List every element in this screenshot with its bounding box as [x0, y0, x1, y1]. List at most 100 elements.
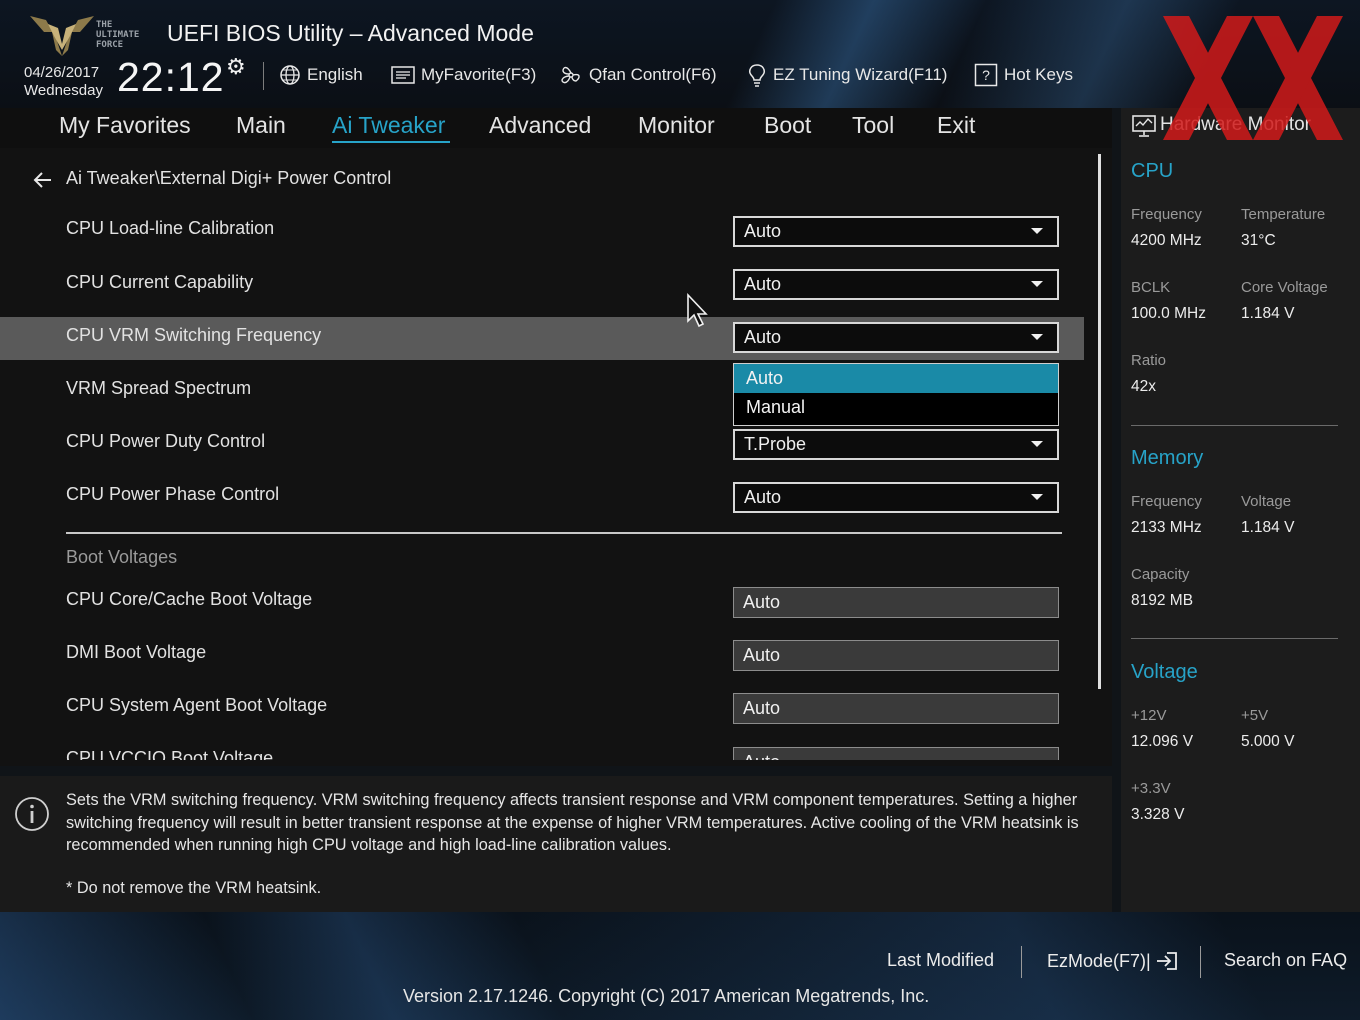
header-divider — [263, 62, 264, 90]
tab-main[interactable]: Main — [236, 112, 286, 139]
ez-tuning-label: EZ Tuning Wizard(F11) — [773, 65, 948, 84]
active-tab-underline — [332, 141, 450, 143]
ezmode-label: EzMode(F7)| — [1047, 950, 1151, 971]
hw-mem-frequency-label: Frequency — [1131, 493, 1202, 510]
version-text: Version 2.17.1246. Copyright (C) 2017 Am… — [403, 986, 930, 1006]
cpu-llc-dropdown[interactable]: Auto — [733, 216, 1059, 247]
language-button[interactable]: English — [279, 62, 363, 88]
chevron-down-icon — [1031, 441, 1043, 447]
tab-boot[interactable]: Boot — [764, 112, 811, 139]
chevron-down-icon — [1031, 494, 1043, 500]
hw-capacity-value: 8192 MB — [1131, 592, 1194, 609]
watermark-logo-icon — [1163, 16, 1343, 140]
cpu-core-cache-boot-voltage-value: Auto — [743, 592, 781, 612]
hw-divider — [1131, 425, 1338, 426]
setting-label-vrm-spread-spectrum: VRM Spread Spectrum — [66, 378, 252, 398]
settings-scrollbar[interactable] — [1098, 154, 1101, 689]
hot-keys-button[interactable]: ? Hot Keys — [974, 62, 1073, 88]
cpu-power-duty-control-value: T.Probe — [744, 434, 807, 454]
app-title: UEFI BIOS Utility – Advanced Mode — [167, 20, 534, 46]
hw-ratio-value: 42x — [1131, 378, 1156, 395]
cpu-system-agent-boot-voltage-field[interactable]: Auto — [733, 693, 1059, 724]
dmi-boot-voltage-field[interactable]: Auto — [733, 640, 1059, 671]
exit-arrow-icon — [1156, 952, 1177, 970]
tab-my-favorites[interactable]: My Favorites — [59, 112, 191, 139]
hw-cpu-temperature-value: 31°C — [1241, 232, 1276, 249]
hw-core-voltage-label: Core Voltage — [1241, 279, 1328, 296]
hw-33v-value: 3.328 V — [1131, 806, 1185, 823]
hot-keys-label: Hot Keys — [1004, 65, 1073, 84]
chevron-down-icon — [1031, 334, 1043, 340]
help-note: * Do not remove the VRM heatsink. — [66, 879, 322, 897]
hw-5v-value: 5.000 V — [1241, 733, 1295, 750]
hw-12v-value: 12.096 V — [1131, 733, 1194, 750]
svg-text:?: ? — [982, 67, 990, 83]
last-modified-label: Last Modified — [887, 950, 995, 970]
search-faq-button[interactable]: Search on FAQ — [1224, 950, 1347, 971]
footer-divider — [1200, 946, 1201, 978]
hw-12v-label: +12V — [1131, 707, 1167, 724]
cpu-power-phase-control-dropdown[interactable]: Auto — [733, 482, 1059, 513]
hw-cpu-frequency-label: Frequency — [1131, 206, 1202, 223]
monitor-icon — [1132, 115, 1156, 137]
lightbulb-icon — [749, 64, 765, 87]
hw-33v-label: +3.3V — [1131, 780, 1171, 797]
fan-icon — [561, 66, 580, 84]
setting-label-cpu-core-cache-boot-voltage: CPU Core/Cache Boot Voltage — [66, 589, 313, 609]
help-description: Sets the VRM switching frequency. VRM sw… — [66, 791, 1079, 854]
ez-tuning-wizard-button[interactable]: EZ Tuning Wizard(F11) — [747, 62, 947, 88]
hw-capacity-label: Capacity — [1131, 566, 1190, 583]
hw-mem-voltage-value: 1.184 V — [1241, 519, 1295, 536]
qfan-control-button[interactable]: Qfan Control(F6) — [559, 62, 717, 88]
search-faq-label: Search on FAQ — [1224, 950, 1348, 970]
cpu-power-duty-control-dropdown[interactable]: T.Probe — [733, 429, 1059, 460]
clock-display: 22:12 — [117, 54, 225, 100]
cpu-power-phase-control-value: Auto — [744, 487, 782, 507]
hw-ratio-label: Ratio — [1131, 352, 1167, 369]
setting-label-cpu-power-duty-control: CPU Power Duty Control — [66, 431, 266, 451]
setting-label-cpu-vccio-boot-voltage: CPU VCCIO Boot Voltage — [66, 748, 274, 760]
hw-voltage-heading: Voltage — [1131, 661, 1198, 683]
setting-label-cpu-llc: CPU Load-line Calibration — [66, 218, 275, 238]
tab-ai-tweaker[interactable]: Ai Tweaker — [332, 112, 445, 139]
tab-exit[interactable]: Exit — [937, 112, 975, 139]
boot-voltages-heading: Boot Voltages — [66, 547, 178, 567]
myfavorite-button[interactable]: MyFavorite(F3) — [391, 62, 536, 88]
option-auto[interactable]: Auto — [734, 364, 1058, 393]
myfavorite-label: MyFavorite(F3) — [421, 65, 537, 84]
dropdown-options-popup: Auto Manual — [733, 363, 1059, 426]
info-icon — [15, 797, 49, 831]
clipped-row-container: CPU VCCIO Boot Voltage Auto — [0, 744, 1096, 760]
help-key-icon: ? — [974, 63, 998, 87]
tab-tool[interactable]: Tool — [852, 112, 894, 139]
cpu-vccio-boot-voltage-value: Auto — [743, 752, 780, 760]
hw-memory-heading: Memory — [1131, 447, 1204, 469]
setting-label-cpu-current-capability: CPU Current Capability — [66, 272, 254, 292]
setting-label-cpu-system-agent-boot-voltage: CPU System Agent Boot Voltage — [66, 695, 328, 715]
cpu-vrm-switching-frequency-dropdown[interactable]: Auto — [733, 322, 1059, 353]
cpu-vccio-boot-voltage-field[interactable]: Auto — [733, 747, 1059, 760]
tab-monitor[interactable]: Monitor — [638, 112, 715, 139]
cpu-core-cache-boot-voltage-field[interactable]: Auto — [733, 587, 1059, 618]
hw-bclk-label: BCLK — [1131, 279, 1171, 296]
cpu-current-capability-value: Auto — [744, 274, 782, 294]
last-modified-button[interactable]: Last Modified — [887, 950, 994, 971]
ezmode-button[interactable]: EzMode(F7)| — [1047, 950, 1179, 972]
cpu-system-agent-boot-voltage-value: Auto — [743, 698, 781, 718]
cpu-vrm-switching-frequency-value: Auto — [744, 327, 782, 347]
favorite-list-icon — [391, 66, 415, 84]
gear-icon[interactable]: ⚙ — [226, 55, 246, 80]
cpu-current-capability-dropdown[interactable]: Auto — [733, 269, 1059, 300]
date-display: 04/26/2017 — [24, 64, 100, 81]
hw-cpu-frequency-value: 4200 MHz — [1131, 232, 1202, 249]
tab-advanced[interactable]: Advanced — [489, 112, 591, 139]
back-arrow-icon[interactable] — [33, 170, 53, 190]
language-label: English — [307, 65, 363, 84]
chevron-down-icon — [1031, 228, 1043, 234]
day-display: Wednesday — [24, 82, 103, 99]
hw-cpu-temperature-label: Temperature — [1241, 206, 1326, 223]
hw-divider — [1131, 638, 1338, 639]
option-manual[interactable]: Manual — [734, 393, 1058, 422]
hw-mem-frequency-value: 2133 MHz — [1131, 519, 1202, 536]
footer-divider — [1021, 946, 1022, 978]
